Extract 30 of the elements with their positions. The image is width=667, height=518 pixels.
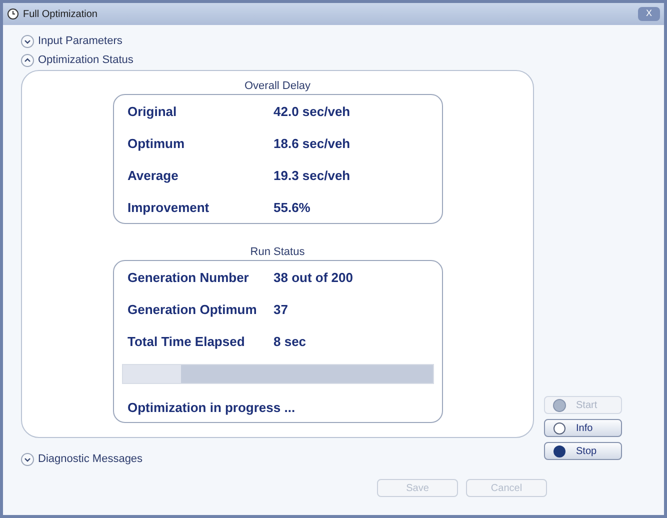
field-value: 37 (274, 301, 288, 320)
section-header[interactable]: Input Parameters (38, 33, 122, 50)
window-title: Full Optimization (23, 8, 98, 22)
expand-icon[interactable] (21, 35, 34, 48)
field-value: 42.0 sec/veh (274, 103, 350, 122)
field-label: Optimum (128, 135, 186, 154)
field-label: Generation Optimum (128, 301, 258, 320)
circle-icon (553, 422, 566, 434)
section-header[interactable]: Optimization Status (38, 52, 134, 69)
collapse-icon[interactable] (21, 54, 34, 67)
field-label: Total Time Elapsed (128, 333, 246, 352)
action-button[interactable]: Stop (544, 442, 622, 460)
field-value: 19.3 sec/veh (274, 167, 350, 186)
field-label: Generation Number (128, 269, 250, 288)
status-message: Optimization in progress ... (126, 399, 296, 417)
clock-icon (7, 8, 19, 20)
field-label: Original (128, 103, 178, 122)
circle-icon (553, 398, 566, 412)
section-header[interactable]: Diagnostic Messages (38, 451, 143, 468)
group-title: Run Status (250, 245, 305, 260)
field-value: 38 out of 200 (274, 269, 353, 288)
action-button[interactable]: Info (544, 419, 622, 437)
expand-icon[interactable] (21, 453, 34, 466)
group-title: Overall Delay (244, 79, 311, 94)
field-value: 55.6% (274, 199, 310, 218)
field-value: 18.6 sec/veh (274, 135, 350, 154)
field-label: Improvement (128, 199, 210, 218)
field-label: Average (128, 167, 180, 186)
field-value: 8 sec (274, 333, 306, 352)
dot-icon (553, 444, 566, 458)
